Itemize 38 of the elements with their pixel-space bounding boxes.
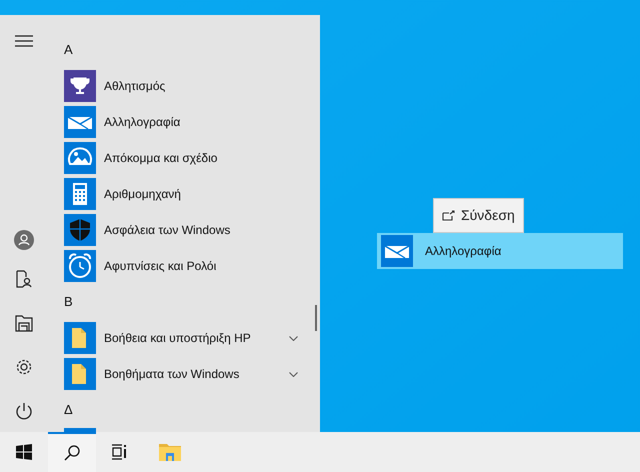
- app-list-item[interactable]: Αλληλογραφία: [64, 104, 302, 140]
- power-icon[interactable]: [15, 402, 33, 420]
- tooltip-text: Σύνδεση: [461, 206, 515, 225]
- picture-icon: [64, 142, 96, 174]
- app-list-item[interactable]: Αθλητισμός: [64, 68, 302, 104]
- trophy-icon: [64, 70, 96, 102]
- user-icon[interactable]: [14, 230, 34, 250]
- windows-logo-icon: [16, 444, 32, 460]
- search-icon: [64, 445, 80, 461]
- document-icon[interactable]: [15, 270, 33, 288]
- shield-icon: [64, 214, 96, 246]
- folder-icon: [64, 358, 96, 390]
- dragged-app-tile[interactable]: Αλληλογραφία: [377, 233, 623, 269]
- app-list-item[interactable]: Αφυπνίσεις και Ρολόι: [64, 248, 302, 284]
- section-letter[interactable]: Α: [64, 40, 73, 60]
- envelope-icon: [64, 106, 96, 138]
- task-view-icon: [111, 444, 129, 460]
- app-list-item[interactable]: Απόκομμα και σχέδιο: [64, 140, 302, 176]
- calculator-icon: [64, 178, 96, 210]
- settings-icon[interactable]: [15, 358, 33, 376]
- app-list-item[interactable]: Βοηθήματα των Windows: [64, 356, 302, 392]
- section-letter[interactable]: Β: [64, 292, 73, 312]
- folder-icon: [159, 443, 181, 461]
- scrollbar-thumb[interactable]: [315, 305, 317, 331]
- chevron-down-icon[interactable]: [289, 336, 298, 340]
- alarm-clock-icon: [64, 250, 96, 282]
- search-button[interactable]: [48, 432, 96, 472]
- connect-icon: [442, 210, 455, 221]
- app-list-item[interactable]: Αριθμομηχανή: [64, 176, 302, 212]
- picture-folder-icon[interactable]: [15, 314, 33, 332]
- folder-icon: [64, 322, 96, 354]
- app-list-item[interactable]: Βοήθεια και υποστήριξη HP: [64, 320, 302, 356]
- chevron-down-icon[interactable]: [289, 372, 298, 376]
- section-letter[interactable]: Δ: [64, 400, 73, 420]
- app-name: Αλληλογραφία: [425, 243, 502, 260]
- app-list-item[interactable]: Ασφάλεια των Windows: [64, 212, 302, 248]
- menu-icon[interactable]: [15, 35, 33, 47]
- envelope-icon: [381, 235, 413, 267]
